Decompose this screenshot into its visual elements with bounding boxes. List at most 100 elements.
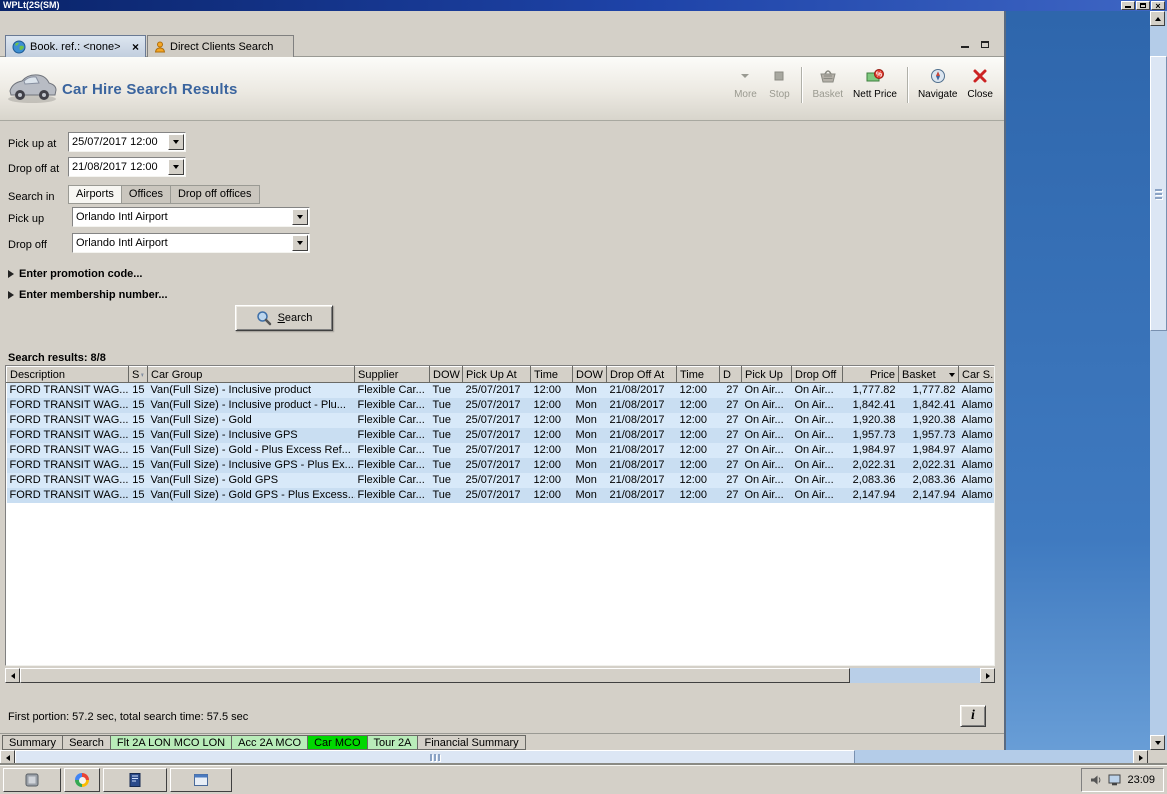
globe-search-icon <box>12 40 26 54</box>
table-row[interactable]: FORD TRANSIT WAG...15Van(Full Size) - Go… <box>7 413 996 428</box>
sheet-tab-financial-summary[interactable]: Financial Summary <box>417 735 525 750</box>
pickup-at-dropdown-button[interactable] <box>168 134 184 150</box>
dropoff-at-field[interactable]: 21/08/2017 12:00 <box>68 157 186 177</box>
table-row[interactable]: FORD TRANSIT WAG...15Van(Full Size) - Go… <box>7 473 996 488</box>
speaker-icon[interactable] <box>1090 774 1102 786</box>
promotion-code-expander[interactable]: Enter promotion code... <box>8 268 142 280</box>
col-header-time-1[interactable]: Time <box>531 367 573 383</box>
taskbar-button-2[interactable] <box>64 768 100 792</box>
cell-car_group: Van(Full Size) - Gold GPS - Plus Excess.… <box>148 488 355 503</box>
col-header-car-supplier[interactable]: Car S... <box>959 367 996 383</box>
scroll-right-button[interactable] <box>1133 750 1148 765</box>
scrollbar-thumb[interactable] <box>15 750 855 765</box>
table-row[interactable]: FORD TRANSIT WAG...15Van(Full Size) - Go… <box>7 443 996 458</box>
status-text: First portion: 57.2 sec, total search ti… <box>8 711 248 723</box>
display-icon[interactable] <box>1108 774 1121 786</box>
table-row[interactable]: FORD TRANSIT WAG...15Van(Full Size) - In… <box>7 398 996 413</box>
search-button-label: Search <box>278 312 313 324</box>
dropoff-location-field[interactable]: Orlando Intl Airport <box>72 233 310 253</box>
pickup-at-field[interactable]: 25/07/2017 12:00 <box>68 132 186 152</box>
cell-pickup_date: 25/07/2017 <box>463 488 531 503</box>
col-header-car-group[interactable]: Car Group <box>148 367 355 383</box>
membership-number-expander[interactable]: Enter membership number... <box>8 289 168 301</box>
child-minimize-button[interactable] <box>958 38 972 50</box>
col-header-days[interactable]: D <box>720 367 742 383</box>
cell-description: FORD TRANSIT WAG... <box>7 488 129 503</box>
col-header-price[interactable]: Price <box>843 367 899 383</box>
table-row[interactable]: FORD TRANSIT WAG...15Van(Full Size) - In… <box>7 458 996 473</box>
cell-s: 15 <box>129 398 148 413</box>
tab-close-icon[interactable]: × <box>132 42 139 52</box>
cell-dow1: Tue <box>430 488 463 503</box>
search-in-offices[interactable]: Offices <box>122 185 171 204</box>
basket-button[interactable]: Basket <box>807 65 848 100</box>
dropoff-location-dropdown-button[interactable] <box>292 235 308 251</box>
scrollbar-thumb[interactable] <box>1150 56 1167 331</box>
stop-button[interactable]: Stop <box>762 65 796 100</box>
sheet-tab-car-mco[interactable]: Car MCO <box>307 735 367 750</box>
table-row[interactable]: FORD TRANSIT WAG...15Van(Full Size) - In… <box>7 428 996 443</box>
sheet-tab-search[interactable]: Search <box>62 735 111 750</box>
minimize-button[interactable] <box>1121 1 1135 10</box>
close-panel-button[interactable]: Close <box>962 65 998 100</box>
search-in-airports[interactable]: Airports <box>68 185 122 204</box>
scroll-down-button[interactable] <box>1150 735 1165 750</box>
taskbar-clock: 23:09 <box>1127 774 1155 786</box>
search-in-options: Airports Offices Drop off offices <box>68 185 260 204</box>
col-header-dropoff[interactable]: Drop Off <box>792 367 843 383</box>
scroll-left-button[interactable] <box>5 668 20 683</box>
cell-car_group: Van(Full Size) - Inclusive GPS - Plus Ex… <box>148 458 355 473</box>
col-header-dow-1[interactable]: DOW <box>430 367 463 383</box>
info-button[interactable]: i <box>960 705 986 727</box>
sheet-tab-acc-2a-mco[interactable]: Acc 2A MCO <box>231 735 308 750</box>
table-horizontal-scrollbar[interactable] <box>5 668 995 683</box>
promotion-code-label: Enter promotion code... <box>19 268 142 280</box>
window-vertical-scrollbar[interactable] <box>1150 11 1167 750</box>
col-header-supplier[interactable]: Supplier <box>355 367 430 383</box>
pickup-location-dropdown-button[interactable] <box>292 209 308 225</box>
col-header-description[interactable]: Description <box>7 367 129 383</box>
sheet-tab-tour-2a[interactable]: Tour 2A <box>367 735 419 750</box>
search-in-dropoff-offices[interactable]: Drop off offices <box>171 185 260 204</box>
table-row[interactable]: FORD TRANSIT WAG...15Van(Full Size) - Go… <box>7 488 996 503</box>
tab-booking-ref[interactable]: Book. ref.: <none> × <box>5 35 146 57</box>
scrollbar-track[interactable] <box>855 750 1133 765</box>
scrollbar-track[interactable] <box>850 668 980 683</box>
close-button[interactable]: × <box>1151 1 1165 10</box>
taskbar-button-4[interactable] <box>170 768 232 792</box>
col-header-dow-2[interactable]: DOW <box>573 367 607 383</box>
col-header-dropoff-at[interactable]: Drop Off At <box>607 367 677 383</box>
col-header-pickup[interactable]: Pick Up <box>742 367 792 383</box>
gray-app-icon <box>24 772 40 788</box>
maximize-button[interactable] <box>1136 1 1150 10</box>
search-button[interactable]: Search <box>235 305 333 331</box>
dropoff-at-dropdown-button[interactable] <box>168 159 184 175</box>
table-row[interactable]: FORD TRANSIT WAG...15Van(Full Size) - In… <box>7 383 996 399</box>
pickup-location-field[interactable]: Orlando Intl Airport <box>72 207 310 227</box>
cell-s: 15 <box>129 488 148 503</box>
arrow-left-icon <box>11 673 15 679</box>
nett-price-button[interactable]: % Nett Price <box>848 65 902 100</box>
navigate-button[interactable]: Navigate <box>913 65 962 100</box>
cell-car_group: Van(Full Size) - Inclusive GPS <box>148 428 355 443</box>
scroll-right-button[interactable] <box>980 668 995 683</box>
cell-basket: 1,957.73 <box>899 428 959 443</box>
scroll-left-button[interactable] <box>0 750 15 765</box>
child-restore-button[interactable] <box>978 38 992 50</box>
cell-time1: 12:00 <box>531 473 573 488</box>
cell-price: 1,984.97 <box>843 443 899 458</box>
scrollbar-thumb[interactable] <box>20 668 850 683</box>
scroll-up-button[interactable] <box>1150 11 1165 26</box>
taskbar-button-1[interactable] <box>3 768 61 792</box>
col-header-time-2[interactable]: Time <box>677 367 720 383</box>
window-horizontal-scrollbar[interactable] <box>0 750 1148 765</box>
sheet-tab-flt-2a-lon-mco-lon[interactable]: Flt 2A LON MCO LON <box>110 735 232 750</box>
more-button[interactable]: More <box>728 65 762 100</box>
col-header-basket[interactable]: Basket <box>899 367 959 383</box>
tab-direct-clients-search[interactable]: Direct Clients Search <box>147 35 294 57</box>
col-header-pickup-at[interactable]: Pick Up At <box>463 367 531 383</box>
taskbar-button-3[interactable] <box>103 768 167 792</box>
col-header-s[interactable]: S <box>129 367 148 383</box>
navigate-label: Navigate <box>918 89 957 100</box>
sheet-tab-summary[interactable]: Summary <box>2 735 63 750</box>
